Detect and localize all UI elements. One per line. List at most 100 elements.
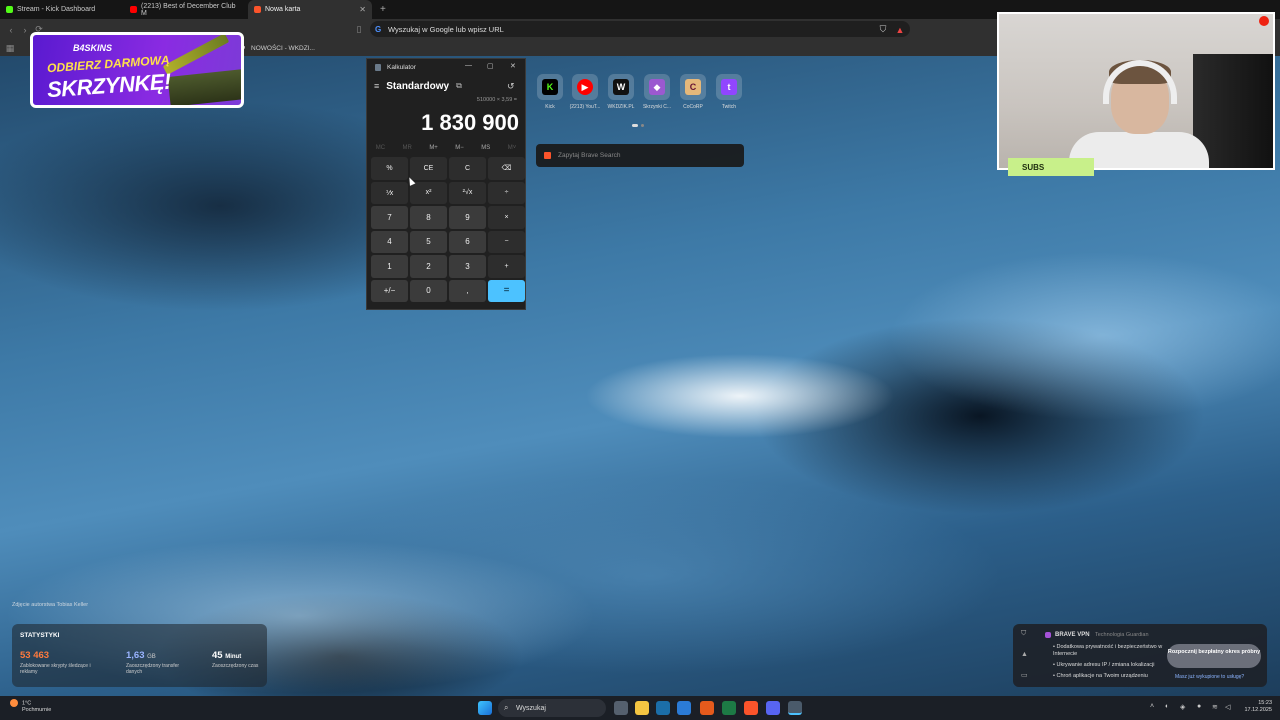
divide-button[interactable]: ÷	[488, 181, 525, 204]
shortcut-skrzynki[interactable]: ◆ Skrzynki C...	[640, 74, 674, 110]
stat-unit: GB	[147, 654, 156, 660]
brave-search-input[interactable]: Zapytaj Brave Search	[536, 144, 744, 167]
weather-widget[interactable]: 1°C Pochmurnie	[10, 699, 51, 714]
brave-rewards-icon[interactable]: ▲	[893, 25, 907, 35]
shortcut-page-dot[interactable]	[641, 124, 644, 127]
maximize-icon[interactable]: ▢	[487, 62, 494, 70]
calculator-expression: 510000 × 3,59 =	[476, 97, 517, 103]
volume-icon[interactable]: ◁	[1225, 703, 1230, 711]
shortcut-page-dot[interactable]	[632, 124, 638, 127]
keep-on-top-icon[interactable]: ⧉	[456, 81, 462, 91]
digit-0-button[interactable]: 0	[410, 279, 447, 302]
clear-entry-button[interactable]: CE	[410, 157, 447, 180]
vpn-start-trial-button[interactable]: Rozpocznij bezpłatny okres próbny	[1167, 644, 1261, 668]
tab-youtube[interactable]: (2213) Best of December Club M	[124, 0, 248, 19]
add-button[interactable]: +	[488, 255, 525, 278]
kick-icon: K	[542, 79, 558, 95]
file-explorer-icon[interactable]	[635, 701, 649, 715]
digit-6-button[interactable]: 6	[449, 230, 486, 253]
percent-button[interactable]: %	[371, 157, 408, 180]
memory-subtract-button[interactable]: M−	[455, 145, 464, 151]
memory-list-button[interactable]: M˅	[508, 145, 517, 151]
app-orange-icon[interactable]	[700, 701, 714, 715]
digit-8-button[interactable]: 8	[410, 206, 447, 229]
multiply-button[interactable]: ×	[488, 206, 525, 229]
square-root-button[interactable]: ²√x	[449, 181, 486, 204]
task-view-icon[interactable]	[614, 701, 628, 715]
tab-new-tab[interactable]: Nowa karta ✕	[248, 0, 372, 19]
reciprocal-button[interactable]: ⅟x	[371, 181, 408, 204]
wifi-icon[interactable]: ≋	[1212, 703, 1218, 711]
negate-button[interactable]: +/−	[371, 279, 408, 302]
youtube-favicon-icon	[130, 6, 137, 13]
calculator-icon[interactable]	[788, 701, 802, 715]
shortcut-label: WKDZIK.PL	[607, 104, 635, 110]
memory-store-button[interactable]: MS	[481, 145, 490, 151]
windows-start-icon[interactable]	[478, 701, 492, 715]
digit-1-button[interactable]: 1	[371, 255, 408, 278]
square-button[interactable]: x²	[410, 181, 447, 204]
tray-network-icon[interactable]: ◈	[1180, 703, 1185, 711]
digit-2-button[interactable]: 2	[410, 255, 447, 278]
crate-image	[167, 69, 241, 105]
taskbar-search-box[interactable]: ⌕ Wyszukaj	[498, 699, 606, 717]
digit-3-button[interactable]: 3	[449, 255, 486, 278]
vpn-already-purchased-link[interactable]: Masz już wykupione to usługę?	[1175, 674, 1244, 680]
wkdzik-icon: W	[613, 79, 629, 95]
memory-clear-button[interactable]: MC	[376, 145, 385, 151]
tray-chevron-icon[interactable]: ˄	[1150, 703, 1154, 710]
shortcut-kick[interactable]: K Kick	[533, 74, 567, 110]
close-icon[interactable]: ✕	[510, 62, 516, 70]
close-tab-icon[interactable]: ✕	[359, 5, 366, 14]
shortcut-youtube[interactable]: ▶ (2213) YouT...	[568, 74, 602, 110]
equals-button[interactable]: =	[488, 279, 525, 302]
system-clock[interactable]: 15:23 17.12.2025	[1244, 700, 1272, 714]
discord-icon[interactable]	[766, 701, 780, 715]
hamburger-menu-icon[interactable]: ≡	[374, 81, 379, 91]
stat-desc: Zaoszczędzony czas	[212, 663, 259, 669]
clear-button[interactable]: C	[449, 157, 486, 180]
stat-time-saved: 45 Minut Zaoszczędzony czas	[212, 650, 262, 669]
memory-add-button[interactable]: M+	[429, 145, 438, 151]
warning-icon[interactable]: ▲	[1021, 651, 1028, 658]
app-blue-icon[interactable]	[677, 701, 691, 715]
memory-recall-button[interactable]: MR	[403, 145, 412, 151]
subs-label: SUBS	[1022, 162, 1045, 172]
calculator-app-icon	[375, 63, 381, 71]
taskbar-search-label: Wyszukaj	[516, 704, 546, 712]
shortcut-twitch[interactable]: t Twitch	[712, 74, 746, 110]
card-icon[interactable]: ▭	[1021, 671, 1028, 679]
steam-icon[interactable]	[656, 701, 670, 715]
digit-4-button[interactable]: 4	[371, 230, 408, 253]
backspace-button[interactable]: ⌫	[488, 157, 525, 180]
new-tab-plus-icon[interactable]: +	[380, 4, 386, 15]
history-icon[interactable]: ↺	[507, 81, 515, 92]
subtract-button[interactable]: −	[488, 230, 525, 253]
subs-goal-bar: SUBS	[1008, 158, 1094, 176]
calculator-titlebar[interactable]: Kalkulator — ▢ ✕	[367, 59, 525, 75]
brave-shields-icon[interactable]: ⛉	[876, 24, 890, 35]
apps-grid-icon[interactable]: ▦	[3, 43, 17, 54]
cocorp-icon: C	[685, 79, 701, 95]
tray-app-icon[interactable]: ◐	[1165, 703, 1169, 710]
minimize-icon[interactable]: —	[465, 62, 472, 69]
tab-kick-dashboard[interactable]: Stream - Kick Dashboard	[0, 0, 124, 19]
photo-credit[interactable]: Zdjęcie autorstwa Tobias Keller	[12, 602, 88, 608]
shortcut-label: CoCoRP	[683, 104, 703, 110]
brave-lion-icon	[544, 152, 551, 159]
digit-7-button[interactable]: 7	[371, 206, 408, 229]
url-input[interactable]: G Wyszukaj w Google lub wpisz URL	[370, 21, 910, 37]
shortcut-cocorp[interactable]: C CoCoRP	[676, 74, 710, 110]
forward-arrow-icon[interactable]: ›	[18, 25, 32, 35]
bookmark-icon[interactable]: ▯	[352, 24, 366, 35]
digit-5-button[interactable]: 5	[410, 230, 447, 253]
brave-icon[interactable]	[744, 701, 758, 715]
back-arrow-icon[interactable]: ‹	[4, 25, 18, 35]
tray-mic-icon[interactable]: ●	[1197, 703, 1201, 710]
bookmark-item[interactable]: NOWOŚCI - WKDZI...	[251, 45, 315, 52]
search-icon: ⌕	[504, 703, 509, 712]
shortcut-wkdzik[interactable]: W WKDZIK.PL	[604, 74, 638, 110]
decimal-button[interactable]: ,	[449, 279, 486, 302]
digit-9-button[interactable]: 9	[449, 206, 486, 229]
excel-icon[interactable]	[722, 701, 736, 715]
